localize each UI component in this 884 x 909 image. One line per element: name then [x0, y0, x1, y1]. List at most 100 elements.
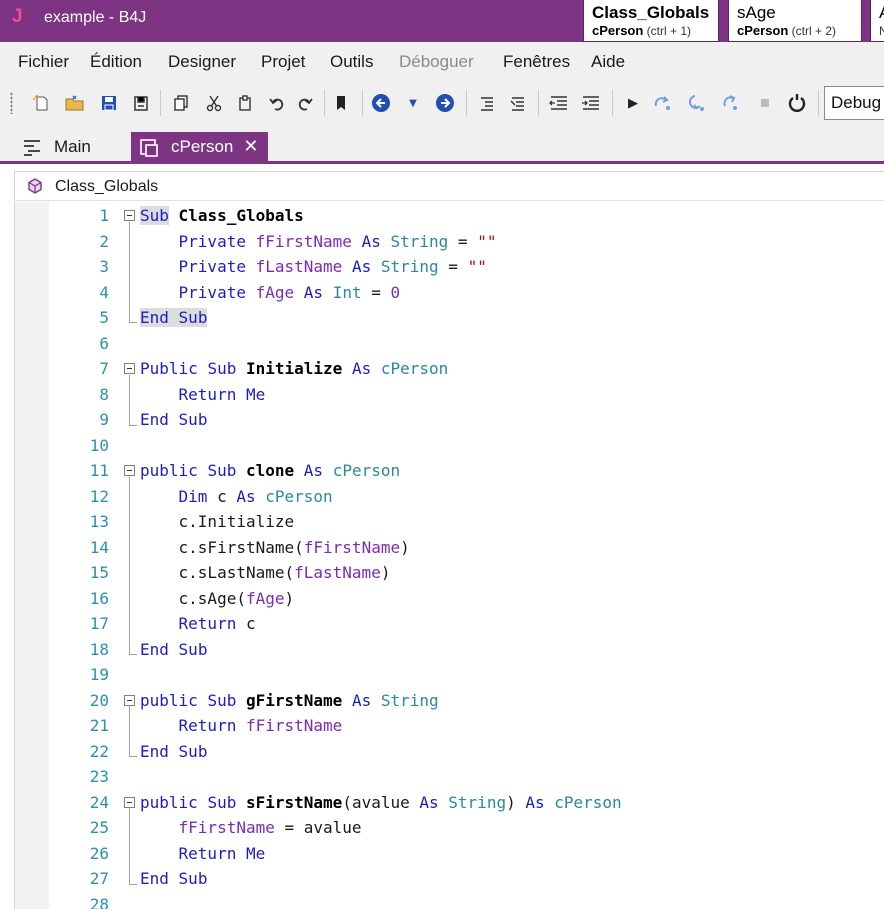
code-line[interactable]: 9 End Sub [15, 407, 884, 433]
code-line[interactable]: 2 Private fFirstName As String = "" [15, 229, 884, 255]
code-line[interactable]: 8 Return Me [15, 382, 884, 408]
open-folder-icon[interactable] [64, 92, 86, 114]
code-line[interactable]: 25 fFirstName = avalue [15, 815, 884, 841]
back-dropdown-icon[interactable]: ▼ [402, 92, 424, 114]
code-text: c.sFirstName(fFirstName) [140, 537, 410, 557]
close-tab-icon[interactable]: ✕ [243, 136, 258, 157]
run-icon[interactable]: ▶ [622, 92, 644, 114]
code-line[interactable]: 19 [15, 662, 884, 688]
code-line[interactable]: 26 Return Me [15, 841, 884, 867]
line-number: 10 [89, 435, 109, 455]
code-line[interactable]: 20 public Sub gFirstName As String [15, 688, 884, 714]
title-bar: J example - B4J Class_Globals cPerson (c… [0, 0, 884, 42]
code-line[interactable]: 6 [15, 331, 884, 357]
restart-icon[interactable] [786, 92, 808, 114]
undo-icon[interactable] [266, 92, 288, 114]
code-line[interactable]: 21 Return fFirstName [15, 713, 884, 739]
collapse-toggle-icon[interactable] [124, 210, 135, 221]
stop-icon[interactable] [754, 92, 776, 114]
new-file-icon[interactable] [30, 92, 52, 114]
line-number: 13 [89, 512, 109, 531]
indent-icon[interactable] [580, 92, 602, 114]
quick-tab-shortcut: (ctrl + 2) [791, 24, 836, 38]
code-line[interactable]: 23 [15, 764, 884, 790]
code-text: c.Initialize [140, 512, 295, 531]
code-text: c.sAge(fAge) [140, 588, 295, 608]
menu-aide[interactable]: Aide [591, 52, 625, 72]
code-line[interactable]: 15 c.sLastName(fLastName) [15, 560, 884, 586]
code-line[interactable]: 1 Sub Class_Globals [15, 203, 884, 229]
copy-icon[interactable] [170, 92, 192, 114]
redo-icon[interactable] [295, 92, 317, 114]
code-text: End Sub [140, 869, 208, 888]
code-line[interactable]: 13 c.Initialize [15, 509, 884, 535]
toolbar-grip[interactable] [10, 92, 13, 114]
quick-tab-class-globals[interactable]: Class_Globals cPerson (ctrl + 1) [583, 0, 719, 42]
menu-deboguer[interactable]: Déboguer [399, 52, 474, 72]
collapse-toggle-icon[interactable] [124, 363, 135, 374]
bookmark-icon[interactable] [330, 92, 352, 114]
code-line[interactable]: 5 End Sub [15, 305, 884, 331]
line-number: 5 [99, 308, 109, 327]
step-over-icon[interactable] [652, 92, 674, 114]
fold-guide [129, 808, 130, 884]
cut-icon[interactable] [203, 92, 225, 114]
menu-edition[interactable]: Édition [90, 52, 142, 72]
code-line[interactable]: 14 c.sFirstName(fFirstName) [15, 535, 884, 561]
line-number: 26 [89, 843, 109, 863]
menu-fenetres[interactable]: Fenêtres [503, 52, 570, 72]
collapse-toggle-icon[interactable] [124, 694, 135, 706]
code-line[interactable]: 28 [15, 892, 884, 909]
code-line[interactable]: 27 End Sub [15, 866, 884, 892]
code-editor[interactable]: 1 Sub Class_Globals 2 Private fFirstName A… [14, 202, 884, 909]
tab-cperson[interactable]: cPerson ✕ [131, 132, 268, 161]
paste-icon[interactable] [234, 92, 256, 114]
uncomment-block-icon[interactable] [507, 92, 529, 114]
line-number: 19 [89, 665, 109, 684]
code-line[interactable]: 7 Public Sub Initialize As cPerson [15, 356, 884, 382]
line-number: 27 [89, 869, 109, 888]
fold-guide [129, 706, 130, 756]
line-number: 6 [99, 333, 109, 353]
line-number: 17 [89, 614, 109, 633]
step-out-icon[interactable] [720, 92, 742, 114]
code-line[interactable]: 4 Private fAge As Int = 0 [15, 280, 884, 306]
step-into-icon[interactable] [687, 92, 709, 114]
menu-outils[interactable]: Outils [330, 52, 373, 72]
navigate-back-icon[interactable] [370, 92, 392, 114]
build-config-select[interactable]: Debug [824, 86, 884, 120]
code-line[interactable]: 12 Dim c As cPerson [15, 484, 884, 510]
tab-main[interactable]: Main [22, 132, 91, 161]
save-icon[interactable] [98, 92, 120, 114]
fold-guide [129, 477, 130, 654]
menu-fichier[interactable]: Fichier [18, 52, 69, 72]
quick-tab-name: Class_Globals [592, 3, 710, 22]
code-line[interactable]: 18 End Sub [15, 637, 884, 663]
toolbar: ▼ ▶ [0, 82, 884, 124]
quick-tab-module: N [879, 24, 884, 38]
code-text: Dim c As cPerson [178, 486, 333, 506]
outdent-icon[interactable] [548, 92, 570, 114]
quick-tab-sage[interactable]: sAge cPerson (ctrl + 2) [728, 0, 862, 42]
menu-projet[interactable]: Projet [261, 52, 305, 72]
code-line[interactable]: 3 Private fLastName As String = "" [15, 254, 884, 280]
code-line[interactable]: 16 c.sAge(fAge) [15, 586, 884, 612]
code-line[interactable]: 10 [15, 433, 884, 459]
code-line[interactable]: 22 End Sub [15, 739, 884, 765]
navigate-forward-icon[interactable] [434, 92, 456, 114]
code-text: Return Me [178, 384, 266, 404]
breadcrumb-label: Class_Globals [55, 178, 159, 195]
quick-tab-partial[interactable]: A N [870, 0, 884, 42]
save-all-icon[interactable] [130, 92, 152, 114]
line-number: 14 [89, 537, 109, 557]
comment-block-icon[interactable] [476, 92, 498, 114]
code-line[interactable]: 24 public Sub sFirstName(avalue As String… [15, 790, 884, 816]
window-title: example - B4J [44, 9, 147, 26]
collapse-toggle-icon[interactable] [124, 465, 135, 476]
code-line[interactable]: 17 Return c [15, 611, 884, 637]
line-number: 8 [99, 384, 109, 404]
menu-designer[interactable]: Designer [168, 52, 236, 72]
breadcrumb[interactable]: Class_Globals [14, 171, 884, 201]
collapse-toggle-icon[interactable] [124, 796, 135, 808]
code-line[interactable]: 11 public Sub clone As cPerson [15, 458, 884, 484]
